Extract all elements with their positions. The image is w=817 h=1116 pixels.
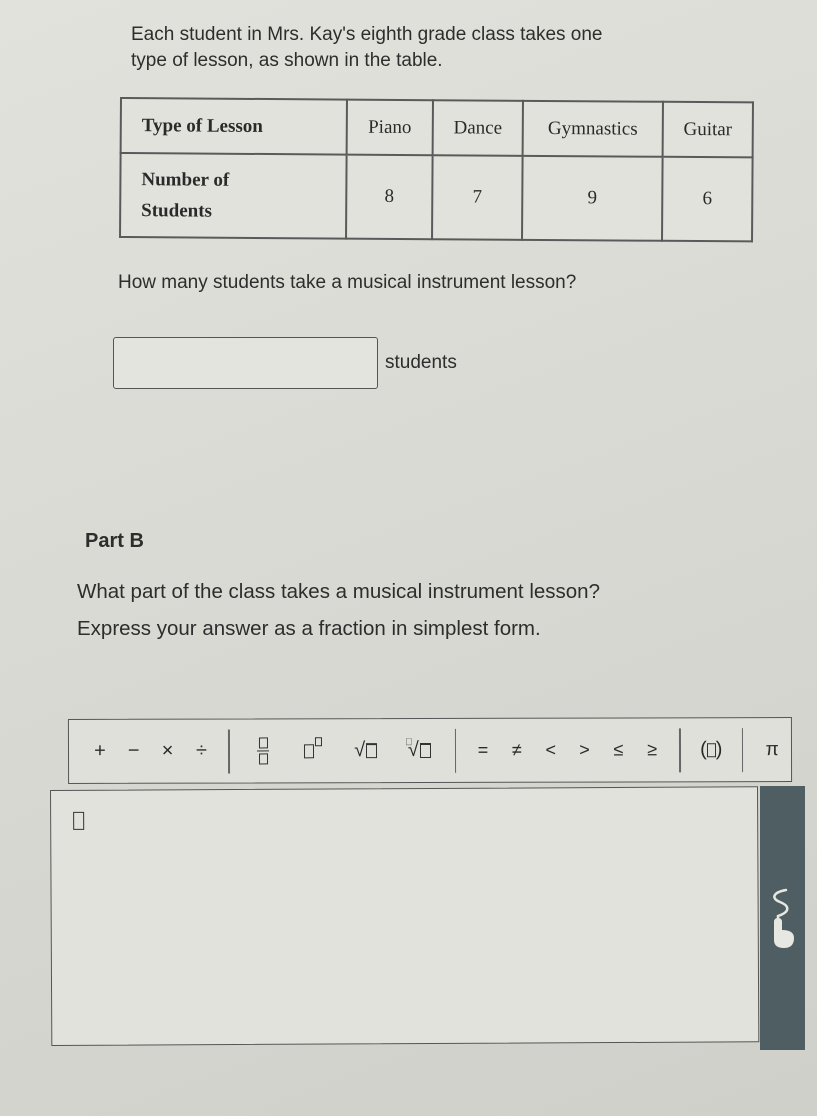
nth-root-button[interactable]: ⎕ √ [392, 730, 445, 770]
table-header-row: Type of Lesson Piano Dance Gymnastics Gu… [120, 98, 753, 158]
greater-equal-button[interactable]: ≥ [635, 730, 669, 770]
part-a-answer-input[interactable] [113, 337, 378, 389]
part-a-answer-unit: students [385, 352, 457, 373]
greater-than-button[interactable]: > [568, 730, 602, 770]
row-header-line-1: Number of [141, 169, 230, 191]
toolbar-divider [679, 727, 681, 772]
paren-box-icon [706, 742, 716, 757]
input-placeholder-box-icon [73, 811, 85, 830]
students-gymnastics: 9 [522, 155, 663, 241]
touch-gesture-icon [773, 888, 794, 948]
lesson-piano: Piano [346, 99, 433, 156]
table-students-row: Number of Students 8 7 9 6 [120, 153, 753, 242]
root-index-icon: ⎕ [405, 737, 412, 749]
intro-line-1: Each student in Mrs. Kay's eighth grade … [131, 24, 603, 45]
toolbar-divider [741, 727, 744, 772]
minus-button[interactable]: − [117, 731, 151, 771]
students-piano: 8 [346, 154, 433, 240]
parentheses-button[interactable]: () [691, 730, 732, 770]
math-toolbar: + − × ÷ √ ⎕ √ = ≠ < > ≤ ≥ () π [67, 717, 793, 784]
equals-button[interactable]: = [466, 730, 500, 770]
denominator-box-icon [258, 753, 268, 765]
problem-intro: Each student in Mrs. Kay's eighth grade … [131, 22, 731, 74]
lesson-dance: Dance [432, 100, 523, 156]
numerator-box-icon [258, 737, 268, 749]
exponent-base-icon [304, 743, 315, 758]
not-equal-button[interactable]: ≠ [500, 730, 534, 770]
exponent-power-icon [315, 737, 323, 747]
less-than-button[interactable]: < [534, 730, 568, 770]
lesson-guitar: Guitar [662, 101, 753, 158]
part-b-question: What part of the class takes a musical i… [77, 580, 600, 603]
lessons-table: Type of Lesson Piano Dance Gymnastics Gu… [119, 97, 754, 242]
part-b-answer-editor[interactable] [50, 786, 760, 1046]
close-paren: ) [715, 738, 723, 761]
lesson-gymnastics: Gymnastics [522, 100, 663, 157]
fraction-button[interactable] [240, 731, 287, 771]
intro-line-2: type of lesson, as shown in the table. [131, 50, 443, 71]
radical-icon: √ [354, 739, 366, 762]
part-a-question: How many students take a musical instrum… [118, 272, 577, 293]
part-b-hint: Express your answer as a fraction in sim… [77, 617, 541, 640]
exponent-button[interactable] [287, 731, 340, 771]
touch-keyboard-toggle[interactable] [760, 786, 805, 1050]
square-root-button[interactable]: √ [339, 731, 392, 771]
pi-button[interactable]: π [753, 730, 791, 770]
less-equal-button[interactable]: ≤ [601, 730, 635, 770]
row-header-number-of-students: Number of Students [120, 153, 347, 239]
students-guitar: 6 [662, 156, 753, 242]
plus-button[interactable]: + [83, 731, 117, 771]
toolbar-divider [228, 729, 230, 774]
radicand-box-icon [366, 743, 378, 759]
fraction-bar-icon [257, 750, 270, 752]
radicand-box-icon [419, 742, 431, 759]
multiply-button[interactable]: × [151, 731, 185, 771]
divide-button[interactable]: ÷ [184, 731, 218, 771]
part-b-title: Part B [85, 530, 144, 552]
row-header-lesson-type: Type of Lesson [120, 98, 347, 155]
toolbar-divider [454, 728, 457, 773]
row-header-line-2: Students [141, 200, 213, 222]
students-dance: 7 [432, 155, 523, 240]
